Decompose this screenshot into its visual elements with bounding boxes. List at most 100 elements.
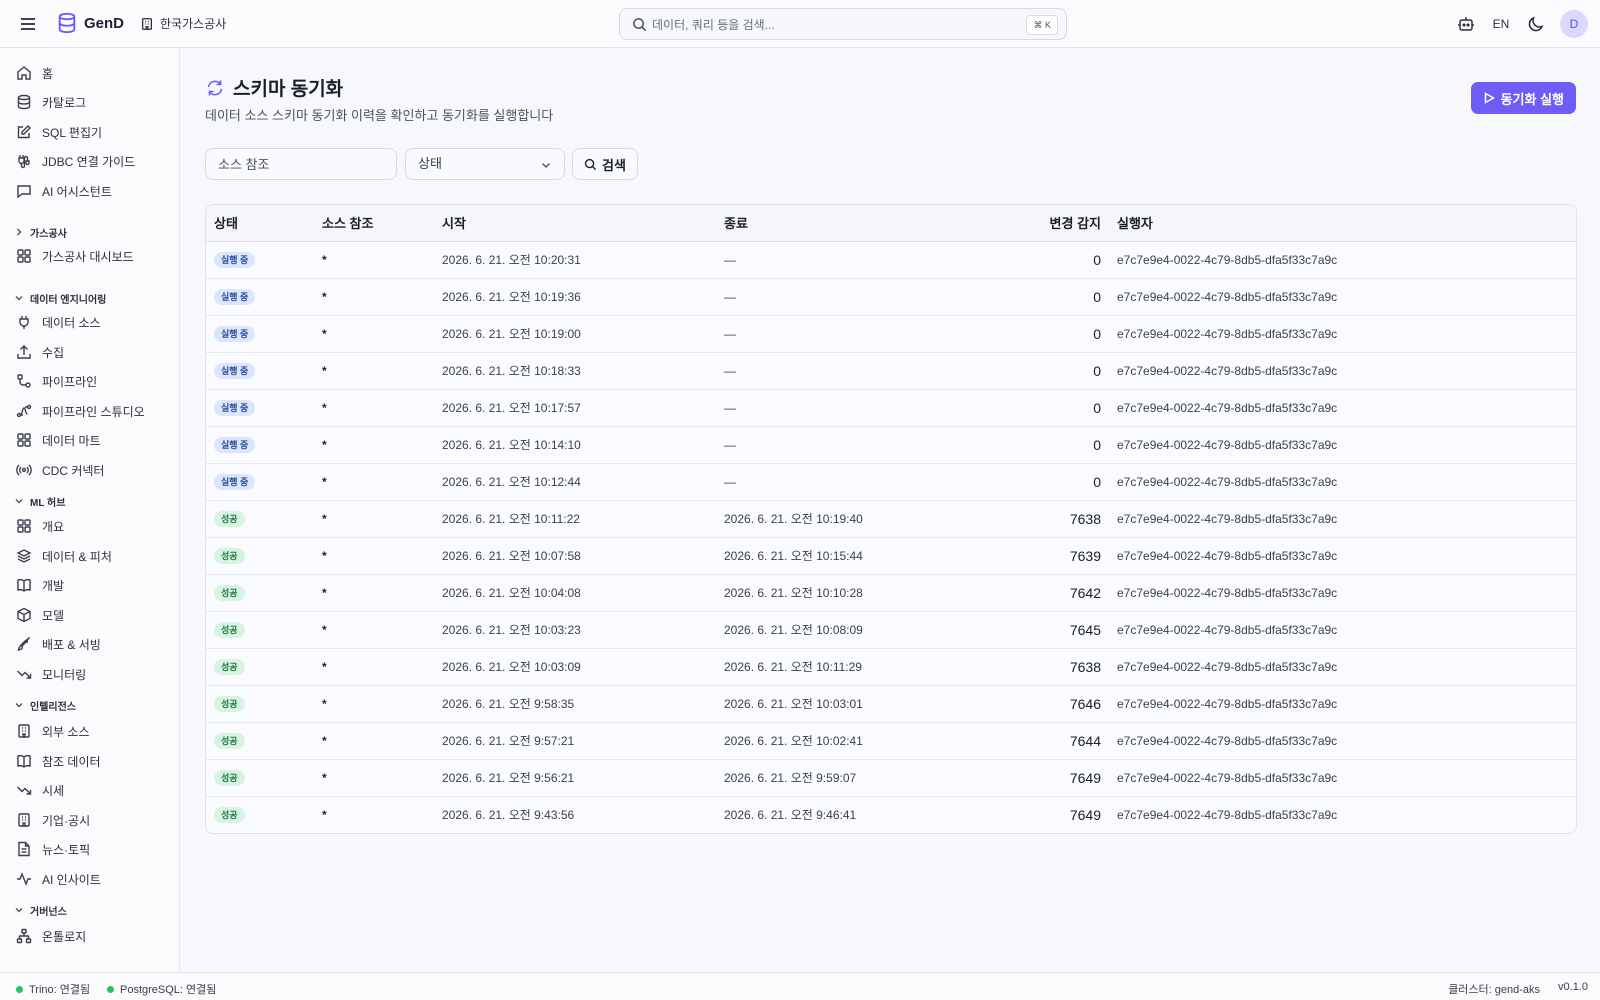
sidebar-item-data-features[interactable]: 데이터 & 피처 [16,545,112,567]
sidebar-item-ai-assistant[interactable]: AI 어시스턴트 [16,180,112,202]
sidebar-item-development[interactable]: 개발 [16,574,64,596]
runner-cell: e7c7e9e4-0022-4c79-8db5-dfa5f33c7a9c [1109,278,1576,316]
table-row[interactable]: 실행 중 * 2026. 6. 21. 오전 10:17:57—0 e7c7e9e4-… [206,389,1576,427]
moon-icon[interactable] [1526,14,1546,34]
building-icon [18,724,30,738]
group-ml-hub[interactable]: ML 허브 [14,493,65,509]
sidebar-item-market-price[interactable]: 시세 [16,779,64,801]
table-row[interactable]: 실행 중 * 2026. 6. 21. 오전 10:12:44—0 e7c7e9e4-… [206,463,1576,501]
sidebar-item-pipeline-studio[interactable]: 파이프라인 스튜디오 [16,400,145,422]
bot-icon[interactable] [1456,14,1476,34]
start-cell: 2026. 6. 21. 오전 10:03:09 [434,648,716,686]
table-row[interactable]: 성공 * 2026. 6. 21. 오전 10:03:09 2026. 6. 21. … [206,648,1576,686]
table-row[interactable]: 실행 중 * 2026. 6. 21. 오전 10:14:10—0 e7c7e9e4-… [206,426,1576,464]
end-cell: 2026. 6. 21. 오전 10:19:40 [716,500,972,538]
source-ref-cell: * [314,722,434,760]
table-row[interactable]: 성공 * 2026. 6. 21. 오전 9:58:35 2026. 6. 21. 오… [206,685,1576,723]
column-changes[interactable]: 변경 감지 [972,205,1109,242]
language-toggle[interactable]: EN [1490,17,1512,31]
runner-cell: e7c7e9e4-0022-4c79-8db5-dfa5f33c7a9c [1117,807,1338,822]
sidebar-item-corporate-disclosure[interactable]: 기업·공시 [16,809,90,831]
column-source-ref[interactable]: 소스 참조 [314,205,434,242]
column-runner[interactable]: 실행자 [1109,205,1576,242]
chevron-right-icon [17,228,22,236]
group-gas-corp[interactable]: 가스공사 [14,224,67,240]
column-start[interactable]: 시작 [434,205,716,242]
end-cell: — [716,352,972,390]
table-row[interactable]: 실행 중 * 2026. 6. 21. 오전 10:20:31—0 e7c7e9e4-… [206,241,1576,279]
building-icon [141,17,153,30]
sidebar-item-ontology[interactable]: 온톨로지 [16,925,86,947]
start-cell: 2026. 6. 21. 오전 9:58:35 [434,685,716,723]
sidebar-item-gas-dashboard[interactable]: 가스공사 대시보드 [16,245,134,267]
start-cell: 2026. 6. 21. 오전 10:12:44 [434,463,716,501]
table-row[interactable]: 성공 * 2026. 6. 21. 오전 10:04:08 2026. 6. 21. … [206,574,1576,612]
changes-cell: 7644 [972,722,1109,760]
table-row[interactable]: 실행 중 * 2026. 6. 21. 오전 10:19:00—0 e7c7e9e4-… [206,315,1576,353]
sidebar-item-ai-insight[interactable]: AI 인사이트 [16,868,101,890]
sidebar-item-jdbc-guide[interactable]: JDBC 연결 가이드 [16,150,135,172]
column-end[interactable]: 종료 [716,205,972,242]
group-governance[interactable]: 거버넌스 [14,902,67,918]
search-button[interactable]: 검색 [572,148,638,180]
app-name: GenD [84,14,125,32]
status-select[interactable]: 상태 [405,148,565,180]
end-cell: — [716,278,972,316]
status-cell: 성공 [206,574,314,612]
sidebar-item-ingest[interactable]: 수집 [16,341,64,363]
page-subtitle: 데이터 소스 스키마 동기화 이력을 확인하고 동기화를 실행합니다 [205,108,554,123]
menu-icon[interactable] [18,14,38,34]
source-ref-cell: * [314,611,434,649]
grid-icon [17,519,31,533]
changes-cell: 0 [972,389,1109,427]
source-ref-input[interactable] [205,148,397,180]
table-row[interactable]: 성공 * 2026. 6. 21. 오전 9:57:21 2026. 6. 21. 오… [206,722,1576,760]
trend-icon [17,670,32,679]
sidebar-item-reference-data[interactable]: 참조 데이터 [16,750,101,772]
source-ref-cell: * [314,352,434,390]
status-cell: 실행 중 [206,463,314,501]
sidebar-item-news-topics[interactable]: 뉴스·토픽 [16,838,90,860]
source-ref-cell: * [314,648,434,686]
end-cell: 2026. 6. 21. 오전 9:46:41 [724,808,857,823]
changes-cell: 7638 [972,500,1109,538]
table-row[interactable]: 성공 * 2026. 6. 21. 오전 9:43:56 2026. 6. 21. 오… [206,796,1576,833]
source-ref-cell: * [314,537,434,575]
start-cell: 2026. 6. 21. 오전 9:57:21 [434,722,716,760]
sidebar-item-catalog[interactable]: 카탈로그 [16,91,86,113]
start-cell: 2026. 6. 21. 오전 9:43:56 [442,808,575,823]
group-intelligence[interactable]: 인텔리전스 [14,697,76,713]
sidebar-item-monitoring[interactable]: 모니터링 [16,663,86,685]
sidebar-item-overview[interactable]: 개요 [16,515,64,537]
table-row[interactable]: 성공 * 2026. 6. 21. 오전 10:03:23 2026. 6. 21. … [206,611,1576,649]
sidebar-item-pipeline[interactable]: 파이프라인 [16,370,97,392]
sidebar-item-data-mart[interactable]: 데이터 마트 [16,429,101,451]
sidebar-item-data-source[interactable]: 데이터 소스 [16,311,101,333]
brand-logo[interactable]: GenD [56,12,124,34]
changes-cell: 7645 [972,611,1109,649]
source-ref-cell: * [314,685,434,723]
sidebar-item-model[interactable]: 모델 [16,604,64,626]
run-sync-button[interactable]: 동기화 실행 [1470,82,1576,114]
table-row[interactable]: 실행 중 * 2026. 6. 21. 오전 10:19:36—0 e7c7e9e4-… [206,278,1576,316]
status-badge: 실행 중 [214,399,256,416]
sidebar: 홈 카탈로그 SQL 편집기 JDBC 연결 가이드 AI 어시스턴트 가스공사… [0,48,180,972]
table-row[interactable]: 실행 중 * 2026. 6. 21. 오전 10:18:33—0 e7c7e9e4-… [206,352,1576,390]
column-status[interactable]: 상태 [206,205,314,242]
activity-icon [17,872,31,886]
table-row[interactable]: 성공 * 2026. 6. 21. 오전 10:11:22 2026. 6. 21. … [206,500,1576,538]
group-data-engineering[interactable]: 데이터 엔지니어링 [14,290,106,306]
table-row[interactable]: 성공 * 2026. 6. 21. 오전 9:56:21 2026. 6. 21. 오… [206,759,1576,797]
global-search[interactable]: ⌘ K [619,8,1067,40]
sidebar-item-sql-editor[interactable]: SQL 편집기 [16,121,102,143]
avatar[interactable]: D [1560,10,1588,38]
sidebar-item-external-source[interactable]: 외부 소스 [16,720,90,742]
sidebar-item-deploy-serving[interactable]: 배포 & 서빙 [16,633,101,655]
table-row[interactable]: 성공 * 2026. 6. 21. 오전 10:07:58 2026. 6. 21. … [206,537,1576,575]
search-input[interactable] [652,15,982,35]
org-selector[interactable]: 한국가스공사 [140,15,226,32]
sidebar-item-home[interactable]: 홈 [16,62,53,84]
main-content: 스키마 동기화 데이터 소스 스키마 동기화 이력을 확인하고 동기화를 실행합… [181,48,1600,972]
runner-cell: e7c7e9e4-0022-4c79-8db5-dfa5f33c7a9c [1109,611,1576,649]
sidebar-item-cdc-connector[interactable]: CDC 커넥터 [16,459,104,481]
